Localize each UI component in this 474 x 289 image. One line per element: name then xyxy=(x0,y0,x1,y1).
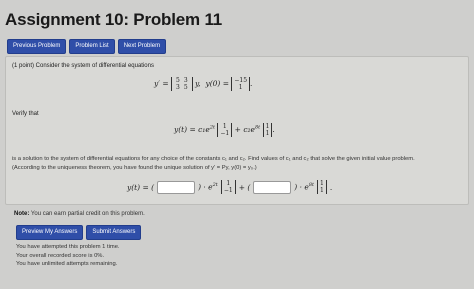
problem-description: is a solution to the system of different… xyxy=(12,156,415,171)
attempts-text: You have attempted this problem 1 time. xyxy=(16,244,120,250)
c2-answer-input[interactable] xyxy=(253,180,292,194)
eigenvector-2: 11 xyxy=(262,123,273,137)
preview-answers-button[interactable]: Preview My Answers xyxy=(16,225,84,240)
answer-vector-2: 11 xyxy=(317,180,327,194)
page-title: Assignment 10: Problem 11 xyxy=(5,10,223,29)
verify-label: Verify that xyxy=(12,111,39,117)
problem-panel: (1 point) Consider the system of differe… xyxy=(5,56,469,205)
next-problem-button[interactable]: Next Problem xyxy=(117,39,167,54)
submit-answers-button[interactable]: Submit Answers xyxy=(86,225,142,240)
eigenvector-1: 1 −1 xyxy=(217,123,233,137)
problem-nav: Previous Problem Problem List Next Probl… xyxy=(7,39,167,54)
answer-row: y(t) = ( ) · e2t 1 −1 + ( ) · e8t 11. xyxy=(127,180,333,194)
previous-problem-button[interactable]: Previous Problem xyxy=(7,39,67,54)
problem-list-button[interactable]: Problem List xyxy=(69,39,115,54)
remaining-text: You have unlimited attempts remaining. xyxy=(16,261,118,267)
answer-vector-1: 1 −1 xyxy=(220,180,236,194)
system-equation: y′ = 53 35 y, y(0) = −15 1 . xyxy=(154,77,253,91)
coefficient-matrix: 53 35 xyxy=(171,77,193,91)
attempt-status: You have attempted this problem 1 time. … xyxy=(16,243,120,269)
answer-actions: Preview My Answers Submit Answers xyxy=(16,225,142,240)
partial-credit-note: Note: You can earn partial credit on thi… xyxy=(14,211,145,217)
general-solution: y(t) = c₁e2t 1 −1 + c₂e8t 11. xyxy=(174,123,275,137)
problem-intro: (1 point) Consider the system of differe… xyxy=(12,63,154,69)
initial-vector: −15 1 xyxy=(231,77,251,91)
score-text: Your overall recorded score is 0%. xyxy=(16,252,105,259)
c1-answer-input[interactable] xyxy=(157,180,196,194)
